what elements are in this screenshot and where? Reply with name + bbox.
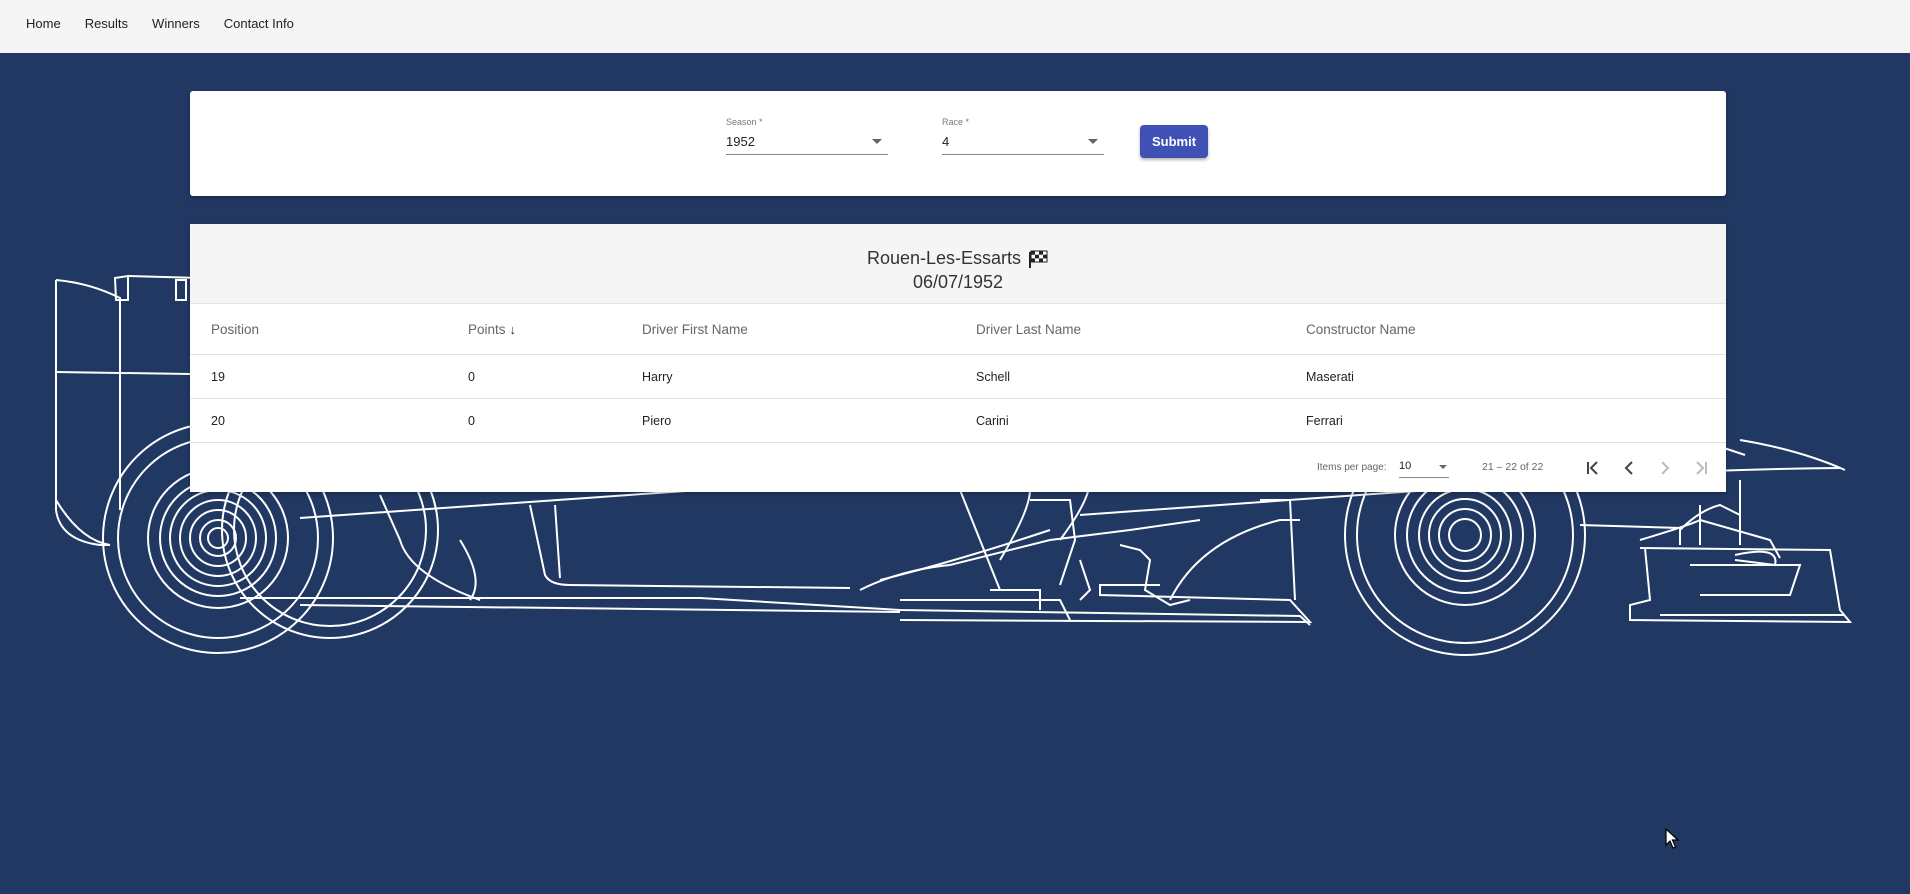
season-label: Season * [726,117,763,127]
cell-points: 0 [468,369,475,384]
race-date: 06/07/1952 [912,272,1004,292]
col-position[interactable]: Position [211,304,259,354]
cell-points: 0 [468,413,475,428]
results-card: Rouen-Les-Essarts 06/07/1952 Position Po… [190,224,1726,492]
first-page-icon[interactable] [1580,455,1606,481]
top-navbar: Home Results Winners Contact Info [0,0,1910,53]
nav-results[interactable]: Results [79,0,134,53]
cell-first-name: Harry [642,369,673,384]
nav-winners[interactable]: Winners [146,0,206,53]
submit-button[interactable]: Submit [1140,125,1208,158]
race-name: Rouen-Les-Essarts [866,248,1022,268]
items-per-page-label: Items per page: [1317,462,1387,473]
paginator: Items per page: 10 21 – 22 of 22 [190,443,1726,494]
col-driver-first-name[interactable]: Driver First Name [642,304,748,354]
cell-position: 19 [211,369,225,384]
table-header-row: Position Points ↓ Driver First Name Driv… [190,304,1726,355]
arrow-down-icon: ↓ [509,321,517,337]
season-select[interactable]: Season * 1952 [726,117,888,155]
previous-page-icon[interactable] [1616,455,1642,481]
checkered-flag-icon [1029,250,1048,268]
cell-constructor: Maserati [1306,369,1354,384]
dropdown-arrow-icon[interactable] [1088,139,1098,144]
col-points[interactable]: Points ↓ [468,304,516,354]
mouse-cursor-icon [1665,828,1679,849]
nav-contact-info[interactable]: Contact Info [218,0,300,53]
race-label: Race * [942,117,970,127]
cell-first-name: Piero [642,413,672,428]
race-header: Rouen-Les-Essarts 06/07/1952 [190,224,1726,304]
col-driver-last-name[interactable]: Driver Last Name [976,304,1081,354]
nav-home[interactable]: Home [20,0,67,53]
race-select[interactable]: Race * 4 [942,117,1104,155]
race-value: 4 [942,134,950,149]
dropdown-arrow-icon[interactable] [872,139,882,144]
col-constructor-name[interactable]: Constructor Name [1306,304,1416,354]
dropdown-arrow-icon[interactable] [1439,465,1447,469]
next-page-icon[interactable] [1652,455,1678,481]
filter-card: Season * 1952 Race * 4 Submit [190,91,1726,196]
cell-last-name: Schell [976,369,1011,384]
cell-last-name: Carini [976,413,1009,428]
page-size-value: 10 [1399,460,1412,472]
page-size-select[interactable]: 10 [1399,458,1449,478]
table-row: 20 0 Piero Carini Ferrari [190,399,1726,443]
cell-constructor: Ferrari [1306,413,1343,428]
season-value: 1952 [726,134,755,149]
page-range-label: 21 – 22 of 22 [1482,461,1544,473]
last-page-icon[interactable] [1688,455,1714,481]
table-row: 19 0 Harry Schell Maserati [190,355,1726,399]
cell-position: 20 [211,413,225,428]
